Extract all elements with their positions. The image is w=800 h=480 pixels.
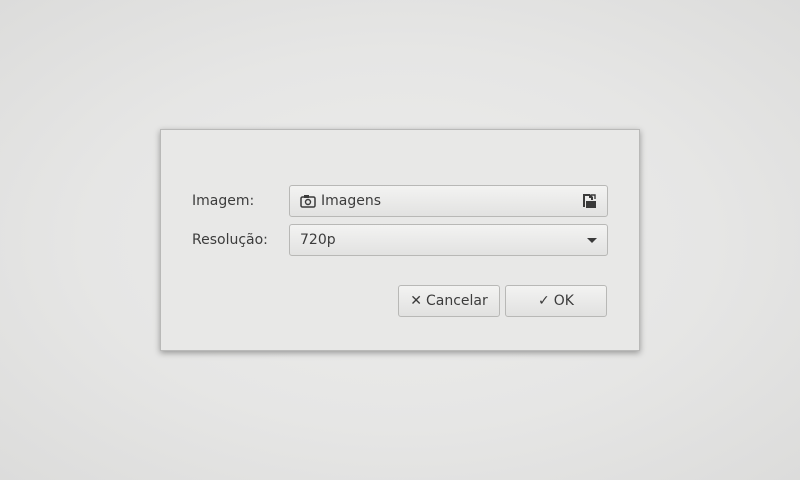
ok-button[interactable]: ✓ OK [505,285,607,317]
chevron-down-icon [587,237,597,243]
image-label: Imagem: [192,193,255,209]
resolution-select[interactable]: 720p [289,224,608,256]
export-dialog: Imagem: Imagens Resolução: 720p ✕ Cancel… [160,129,640,351]
close-icon: ✕ [410,293,422,309]
cancel-button-label: Cancelar [425,293,488,309]
checkmark-icon: ✓ [538,293,550,309]
image-folder-chooser[interactable]: Imagens [289,185,608,217]
image-folder-value: Imagens [321,193,382,209]
resolution-label: Resolução: [192,232,268,248]
camera-folder-icon [300,194,316,208]
document-open-icon [581,193,597,209]
resolution-value: 720p [300,232,336,248]
cancel-button[interactable]: ✕ Cancelar [398,285,500,317]
ok-button-label: OK [553,293,574,309]
